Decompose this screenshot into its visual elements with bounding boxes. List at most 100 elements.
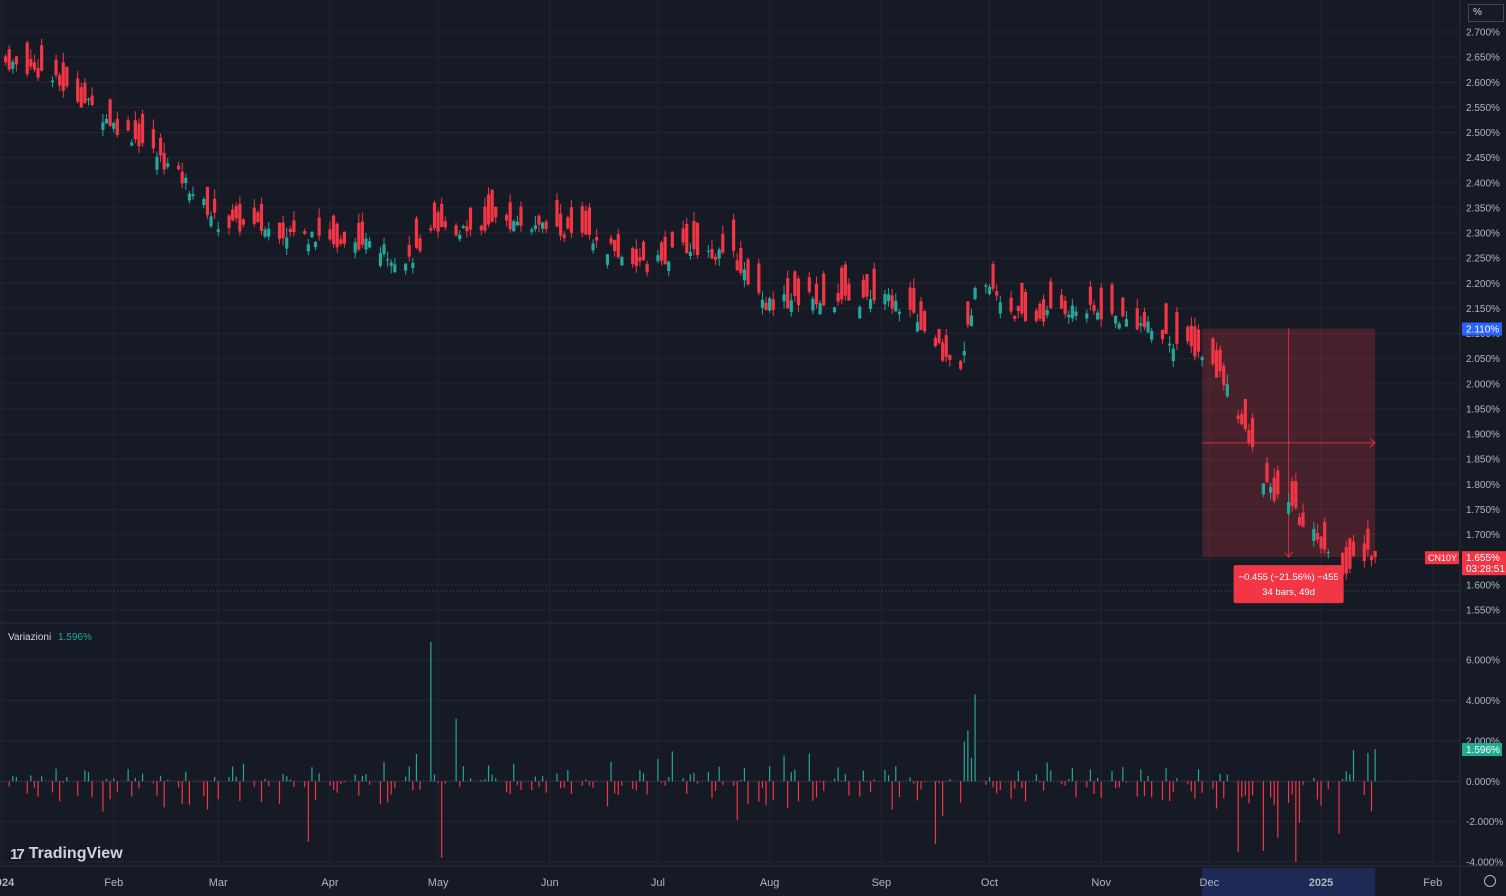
candle-body bbox=[1240, 413, 1244, 425]
price-tick-label: 1.600% bbox=[1466, 580, 1500, 591]
time-tick-label: May bbox=[428, 877, 449, 889]
candle-body bbox=[519, 206, 523, 226]
price-tick-label: 2.200% bbox=[1466, 279, 1500, 290]
candle-body bbox=[108, 99, 112, 126]
variazioni-tick-label: 6.000% bbox=[1466, 656, 1500, 667]
candle-body bbox=[998, 302, 1002, 314]
candle-body bbox=[155, 156, 159, 170]
candle-body bbox=[1319, 536, 1323, 549]
candle-body bbox=[360, 221, 364, 245]
candle-body bbox=[782, 294, 786, 302]
candle-body bbox=[115, 118, 119, 135]
candle-body bbox=[202, 199, 206, 205]
candle-body bbox=[303, 231, 307, 234]
candle-body bbox=[1171, 348, 1175, 362]
candle-body bbox=[987, 287, 992, 295]
candle-body bbox=[292, 220, 296, 233]
candle-body bbox=[440, 203, 444, 227]
candle-body bbox=[1088, 286, 1092, 305]
price-axis[interactable]: 2.700% 2.650% 2.600% 2.550% 2.500% 2.450% 2.40… bbox=[1466, 28, 1500, 617]
candle-body bbox=[166, 163, 170, 167]
candle-body bbox=[685, 223, 689, 253]
candle-body bbox=[616, 234, 620, 258]
candle-body bbox=[973, 288, 977, 300]
time-tick-label: 2025 bbox=[1309, 877, 1333, 889]
candle-body bbox=[1168, 343, 1172, 346]
candle-body bbox=[933, 337, 938, 347]
variazioni-tick-label: -2.000% bbox=[1466, 817, 1503, 828]
candle-body bbox=[1110, 284, 1114, 314]
candle-body bbox=[1193, 326, 1197, 357]
candle-body bbox=[912, 287, 916, 313]
price-tick-label: 2.000% bbox=[1466, 379, 1500, 390]
candle-body bbox=[54, 59, 58, 76]
highlight-price-label: 2.110% bbox=[1466, 325, 1499, 336]
candle-body bbox=[104, 119, 109, 124]
candle-body bbox=[378, 253, 383, 266]
candle-body bbox=[227, 215, 231, 228]
candle-body bbox=[631, 248, 635, 265]
candle-body bbox=[814, 283, 819, 305]
candle-body bbox=[1362, 543, 1366, 562]
candle-body bbox=[670, 231, 674, 248]
measure-label-line1: −0.455 (−21.56%) −455 bbox=[1239, 572, 1339, 583]
candle-body bbox=[890, 295, 894, 309]
candle-body bbox=[1373, 550, 1377, 558]
candle-body bbox=[883, 293, 887, 305]
candle-body bbox=[11, 61, 15, 69]
candle-body bbox=[1315, 533, 1320, 540]
candle-body bbox=[389, 262, 393, 266]
candle-body bbox=[404, 263, 408, 271]
candle-body bbox=[130, 142, 134, 146]
candle-body bbox=[468, 207, 473, 230]
candle-body bbox=[1268, 486, 1273, 493]
candle-body bbox=[811, 298, 815, 311]
price-tick-label: 1.700% bbox=[1466, 530, 1500, 541]
candle-body bbox=[187, 193, 192, 201]
price-chart-canvas[interactable]: −0.455 (−21.56%) −455 34 bars, 49d 2.700%… bbox=[0, 0, 1506, 896]
candle-body bbox=[32, 62, 37, 70]
candle-body bbox=[836, 293, 840, 302]
candle-body bbox=[1301, 512, 1305, 527]
variazioni-panel-label: Variazioni 1.596% bbox=[8, 632, 92, 643]
candle-body bbox=[101, 122, 105, 130]
candle-body bbox=[61, 62, 65, 91]
candle-body bbox=[259, 203, 264, 231]
price-tick-label: 2.350% bbox=[1466, 203, 1500, 214]
tradingview-logo[interactable]: 17 TradingView bbox=[10, 845, 123, 863]
candle-body bbox=[1117, 323, 1121, 329]
candle-body bbox=[504, 215, 509, 221]
candle-body bbox=[1099, 287, 1103, 320]
settings-icon[interactable] bbox=[1484, 875, 1496, 887]
candle-body bbox=[796, 278, 801, 306]
candle-body bbox=[1189, 325, 1193, 347]
candle-body bbox=[569, 207, 574, 233]
candle-body bbox=[605, 254, 610, 265]
candle-body bbox=[861, 279, 865, 298]
time-axis[interactable]: 2024 Feb Mar Apr May Jun Jul Aug Sep Oct Nov Dec 202… bbox=[0, 868, 1442, 896]
candle-body bbox=[310, 231, 314, 238]
candle-body bbox=[158, 137, 163, 156]
candle-body bbox=[1059, 295, 1064, 309]
candle-body bbox=[1160, 329, 1165, 340]
candle-body bbox=[1038, 303, 1042, 319]
candle-body bbox=[530, 229, 534, 232]
candle-body bbox=[735, 260, 739, 271]
candle-body bbox=[1023, 292, 1028, 322]
price-tick-label: 1.750% bbox=[1466, 505, 1500, 516]
candle-body bbox=[1020, 282, 1024, 314]
candle-body bbox=[83, 82, 87, 104]
candle-body bbox=[1297, 517, 1302, 525]
candle-body bbox=[382, 244, 386, 255]
unit-badge[interactable]: % bbox=[1468, 4, 1504, 22]
candle-body bbox=[342, 231, 346, 244]
candle-body bbox=[818, 303, 822, 315]
variazioni-axis[interactable]: 6.000%4.000%2.000%0.000%-2.000%-4.000% bbox=[1466, 656, 1503, 869]
price-tick-label: 1.550% bbox=[1466, 605, 1500, 616]
candle-body bbox=[1114, 315, 1118, 324]
candle-body bbox=[1009, 297, 1013, 312]
candle-body bbox=[688, 251, 692, 256]
variazioni-bars bbox=[5, 642, 1376, 862]
candle-body bbox=[764, 302, 768, 310]
candle-body bbox=[1214, 350, 1219, 378]
